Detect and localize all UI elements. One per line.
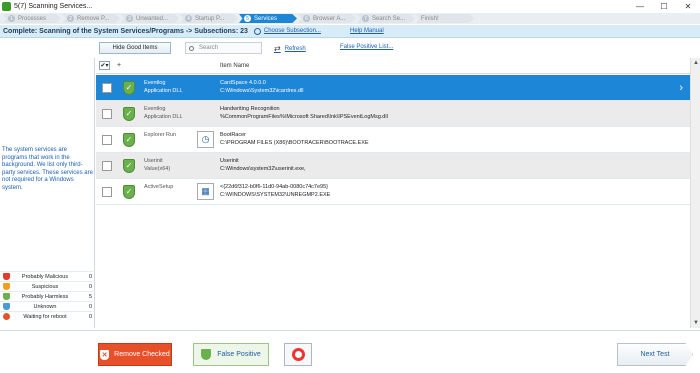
reboot-icon — [3, 313, 10, 320]
suspicious-shield-icon — [3, 283, 10, 290]
items-list: ✔▾ + Item Name ✓ Eventlog Application DLL… — [96, 58, 692, 328]
expand-all-button[interactable]: + — [117, 62, 121, 69]
harmless-shield-icon: ✓ — [123, 132, 135, 147]
remove-shield-icon: ✕ — [100, 349, 110, 360]
step-search[interactable]: 7 Search Se... — [357, 14, 415, 23]
table-row[interactable]: ✓ ActiveSetup ▦ <{22d6f312-b0f6-11d0-94a… — [96, 179, 692, 205]
row-checkbox[interactable] — [102, 108, 112, 119]
section-description: The system services are programs that wo… — [2, 147, 93, 191]
chevron-right-icon[interactable]: › — [679, 82, 683, 94]
row-item: CardSpace 4.0.0.0 C:\Windows\System32\ica… — [220, 80, 304, 94]
help-manual-link[interactable]: Help Manual — [350, 28, 384, 34]
row-item: Handwriting Recognition %CommonProgramFil… — [220, 106, 388, 120]
row-category: Eventlog Application DLL — [144, 106, 183, 120]
malicious-shield-icon — [3, 273, 10, 280]
hide-good-items-button[interactable]: Hide Good Items — [99, 42, 171, 54]
stopwatch-icon: ◷ — [197, 131, 214, 148]
status-bar: Complete: Scanning of the System Service… — [0, 25, 700, 38]
table-row[interactable]: ✓ Explorer Run ◷ BootRacer C:\PROGRAM FIL… — [96, 127, 692, 153]
help-button[interactable] — [284, 343, 312, 366]
title-bar: 5(7) Scanning Services... — ☐ ✕ — [0, 0, 700, 13]
false-positive-list-link[interactable]: False Positive List... — [340, 44, 393, 50]
step-unwanted[interactable]: 3 Unwanted... — [121, 14, 179, 23]
scan-status-text: Complete: Scanning of the System Service… — [3, 27, 248, 35]
table-row[interactable]: ✓ Userinit Value(x64) Userinit C:\Windows\… — [96, 153, 692, 179]
harmless-shield-icon: ✓ — [123, 106, 135, 121]
step-processes[interactable]: 1 Processes — [3, 14, 61, 23]
false-positive-button[interactable]: False Positive — [193, 343, 269, 366]
harmless-shield-icon: ✓ — [123, 80, 135, 95]
remove-checked-button[interactable]: ✕ Remove Checked — [98, 343, 172, 366]
legend-row: Unknown 0 — [0, 301, 95, 311]
row-checkbox[interactable] — [102, 186, 112, 197]
app-logo-icon — [2, 2, 11, 11]
step-remove[interactable]: 2 Remove P... — [62, 14, 120, 23]
step-browser[interactable]: 6 Browser A... — [298, 14, 356, 23]
step-finish[interactable]: Finish! — [416, 14, 474, 23]
unknown-shield-icon — [3, 303, 10, 310]
harmless-shield-icon: ✓ — [123, 158, 135, 173]
step-startup[interactable]: 4 Startup P... — [180, 14, 238, 23]
row-checkbox[interactable] — [102, 160, 112, 171]
installer-icon: ▦ — [197, 183, 214, 200]
row-item: <{22d6f312-b0f6-11d0-94ab-0080c74c7e95} C… — [220, 184, 331, 198]
bottom-bar: ✕ Remove Checked False Positive Next Tes… — [0, 330, 700, 373]
refresh-icon: ⇄ — [274, 44, 281, 53]
search-icon — [189, 45, 194, 51]
lifebuoy-icon — [291, 348, 305, 361]
window-controls: — ☐ ✕ — [628, 0, 700, 13]
harmless-shield-icon: ✓ — [123, 184, 135, 199]
minimize-button[interactable]: — — [628, 0, 652, 13]
row-checkbox[interactable] — [102, 134, 112, 145]
row-item: Userinit C:\Windows\system32\userinit.exe… — [220, 158, 306, 172]
subsection-icon — [253, 27, 261, 35]
choose-subsection-link[interactable]: Choose Subsection... — [253, 27, 321, 35]
green-shield-icon — [201, 349, 212, 360]
maximize-button[interactable]: ☐ — [652, 0, 676, 13]
left-panel: The system services are programs that wo… — [0, 58, 95, 328]
list-header: ✔▾ + Item Name — [96, 58, 692, 74]
item-name-column-header[interactable]: Item Name — [220, 63, 249, 69]
select-all-checkbox[interactable]: ✔▾ — [99, 61, 110, 70]
row-checkbox[interactable] — [102, 82, 112, 93]
row-item: BootRacer C:\PROGRAM FILES (X86)\BOOTRACE… — [220, 132, 369, 146]
scroll-up-arrow-icon[interactable]: ▲ — [692, 59, 700, 67]
legend: Probably Malicious 0 Suspicious 0 Probably… — [0, 271, 95, 321]
table-row[interactable]: ✓ Eventlog Application DLL CardSpace 4.0.… — [96, 75, 692, 101]
legend-row: Probably Harmless 5 — [0, 291, 95, 301]
row-category: Explorer Run — [144, 132, 177, 138]
close-button[interactable]: ✕ — [676, 0, 700, 13]
step-services[interactable]: 5 Services — [239, 14, 297, 23]
steps-bar: 1 Processes 2 Remove P... 3 Unwanted... 4 St… — [0, 13, 700, 24]
search-input[interactable]: Search — [185, 42, 262, 54]
legend-row: Probably Malicious 0 — [0, 271, 95, 281]
toolbar: Hide Good Items Search ⇄ Refresh False Po… — [0, 40, 700, 56]
legend-row: Suspicious 0 — [0, 281, 95, 291]
legend-row: Waiting for reboot 0 — [0, 311, 95, 321]
row-category: Userinit Value(x64) — [144, 158, 171, 172]
harmless-shield-icon — [3, 293, 10, 300]
row-category: Eventlog Application DLL — [144, 80, 183, 94]
row-category: ActiveSetup — [144, 184, 174, 190]
window-title: 5(7) Scanning Services... — [14, 3, 93, 10]
vertical-scrollbar[interactable]: ▲ ▼ — [690, 58, 700, 328]
table-row[interactable]: ✓ Eventlog Application DLL Handwriting Re… — [96, 101, 692, 127]
refresh-link[interactable]: ⇄ Refresh — [274, 44, 306, 53]
next-test-button[interactable]: Next Test — [617, 343, 693, 366]
scroll-down-arrow-icon[interactable]: ▼ — [692, 319, 700, 327]
